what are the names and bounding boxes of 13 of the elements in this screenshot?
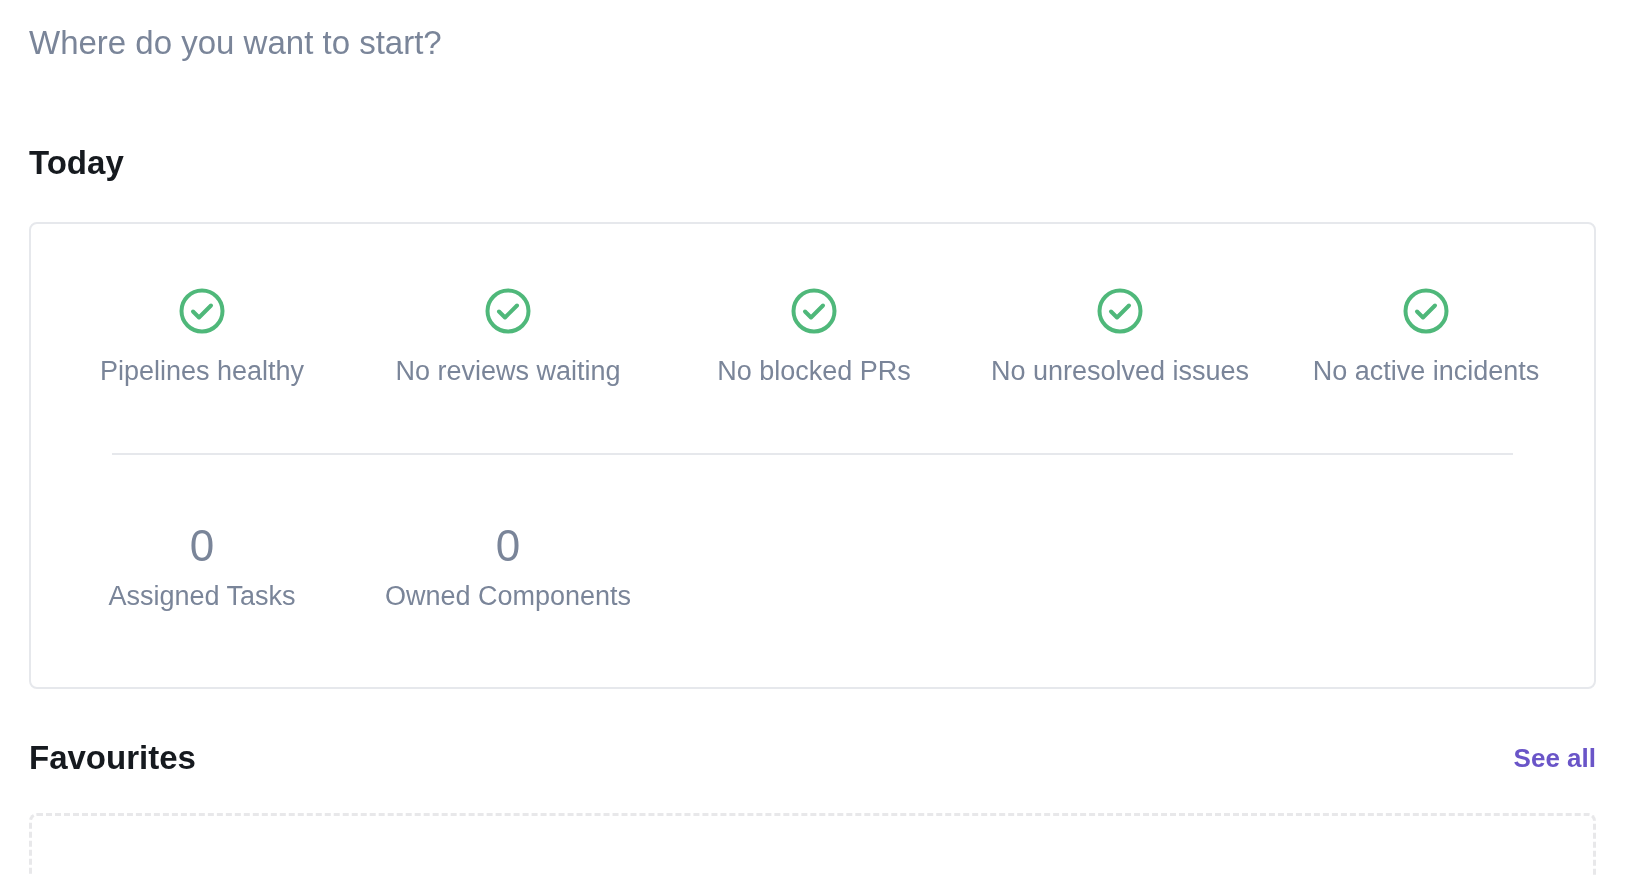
count-label: Owned Components — [384, 581, 632, 612]
status-label: No active incidents — [1312, 356, 1540, 387]
status-label: No reviews waiting — [395, 356, 621, 387]
see-all-link[interactable]: See all — [1513, 742, 1596, 774]
status-label: No blocked PRs — [717, 356, 911, 387]
status-label: Pipelines healthy — [99, 356, 305, 387]
section-heading: Favourites — [29, 739, 196, 777]
status-label: No unresolved issues — [990, 356, 1250, 387]
count-value: 0 — [189, 521, 215, 571]
count-label: Assigned Tasks — [108, 581, 296, 612]
count-value: 0 — [495, 521, 521, 571]
section-heading: Today — [29, 144, 125, 182]
page-prompt: Where do you want to start? — [29, 23, 443, 63]
